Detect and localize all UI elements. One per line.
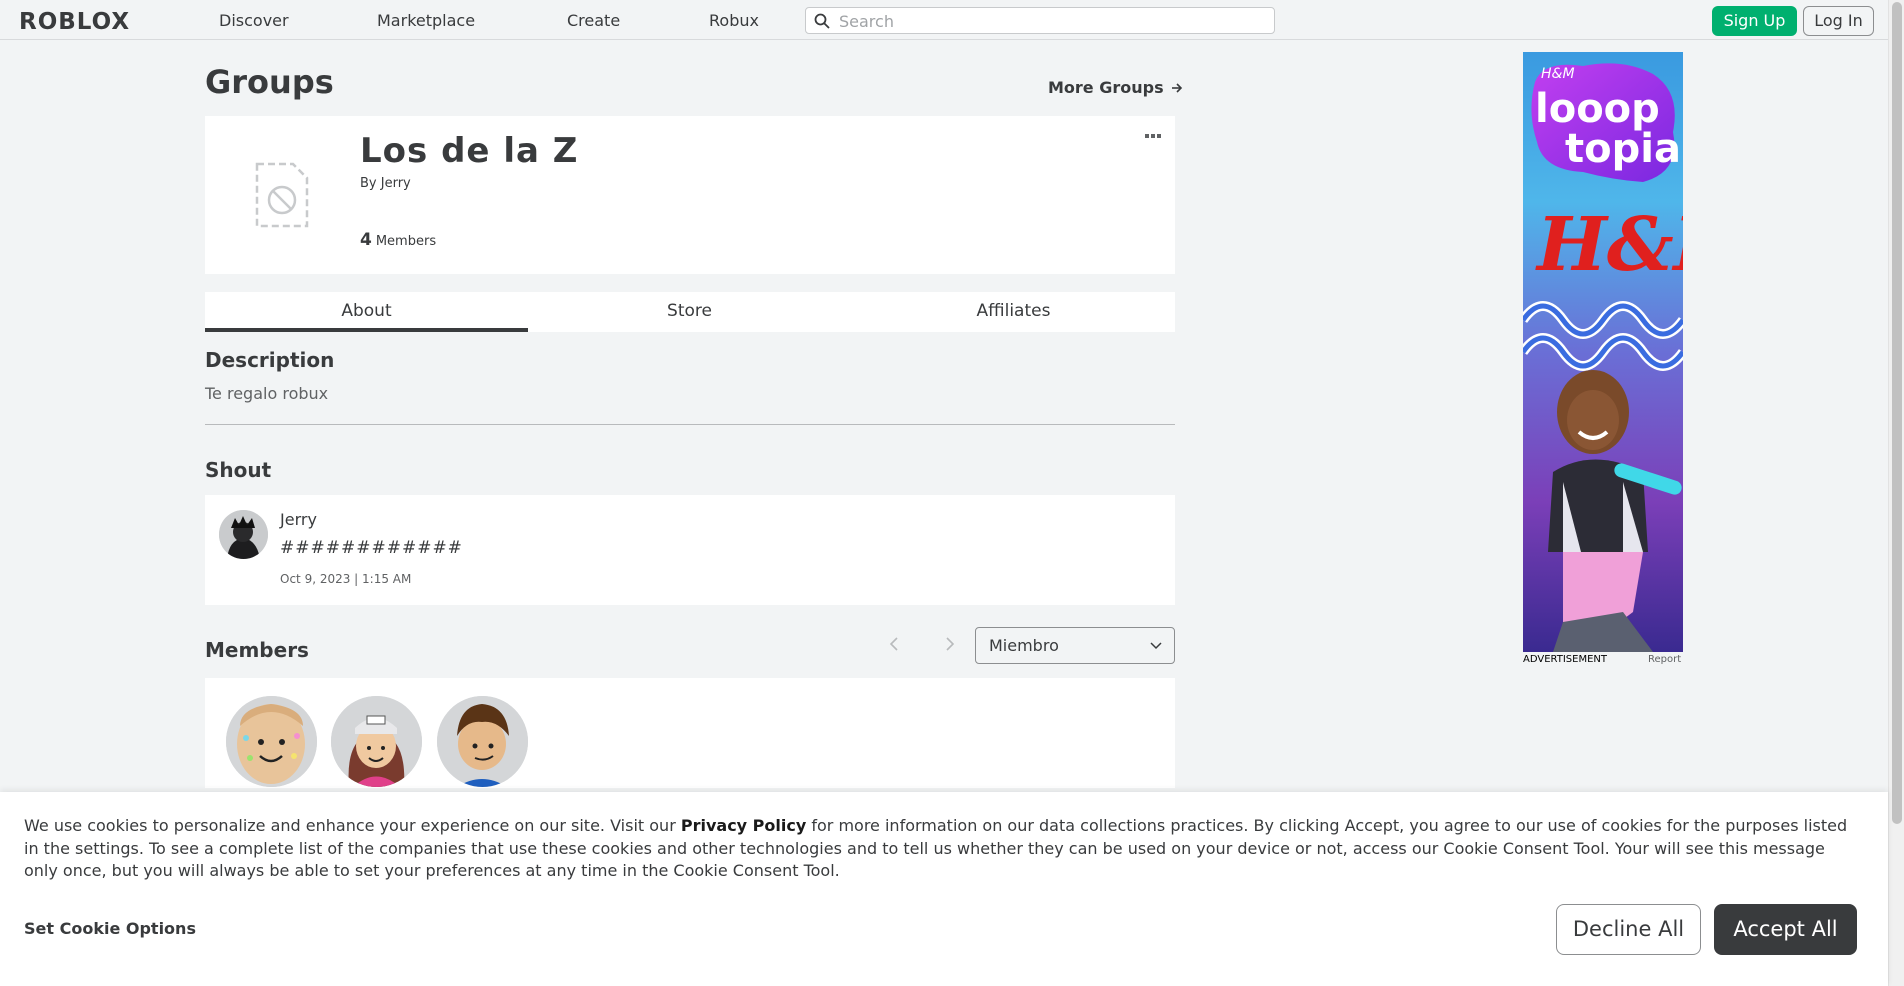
search-box[interactable] — [805, 7, 1275, 34]
scrollbar-thumb[interactable] — [1892, 2, 1902, 824]
by-label: By — [360, 176, 377, 191]
chevron-down-icon — [1150, 642, 1162, 650]
member-avatar[interactable] — [226, 696, 317, 787]
avatar-headshot-icon — [219, 510, 268, 559]
more-options-icon[interactable] — [1145, 133, 1161, 139]
cookie-consent-banner: We use cookies to personalize and enhanc… — [0, 792, 1888, 986]
advertisement-banner[interactable]: H&M looop topia H&M — [1523, 52, 1683, 652]
avatar-headshot-icon — [437, 696, 528, 787]
group-name: Los de la Z — [360, 131, 579, 171]
group-owner-link[interactable]: Jerry — [381, 176, 411, 191]
shout-message: ############ — [280, 538, 463, 558]
privacy-policy-link[interactable]: Privacy Policy — [681, 816, 806, 835]
avatar-headshot-icon — [226, 696, 317, 787]
members-list — [205, 678, 1175, 788]
members-heading: Members — [205, 638, 309, 662]
group-tabs: About Store Affiliates — [205, 292, 1175, 332]
avatar-headshot-icon — [331, 696, 422, 787]
set-cookie-options-link[interactable]: Set Cookie Options — [24, 919, 196, 938]
arrow-right-icon — [1172, 83, 1183, 93]
role-dropdown[interactable]: Miembro — [975, 627, 1175, 664]
member-avatar[interactable] — [331, 696, 422, 787]
more-groups-label: More Groups — [1048, 78, 1164, 97]
decline-all-button[interactable]: Decline All — [1556, 904, 1701, 955]
nav-marketplace[interactable]: Marketplace — [377, 11, 475, 30]
search-input[interactable] — [839, 11, 1259, 31]
nav-create[interactable]: Create — [567, 11, 620, 30]
shout-timestamp: Oct 9, 2023 | 1:15 AM — [280, 572, 412, 586]
top-navigation-bar: ROBLOX Discover Marketplace Create Robux… — [0, 0, 1888, 40]
role-dropdown-value: Miembro — [989, 636, 1059, 655]
member-count-label: Members — [375, 234, 437, 249]
member-count-value: 4 — [360, 230, 372, 250]
sign-up-button[interactable]: Sign Up — [1712, 6, 1797, 36]
description-text: Te regalo robux — [205, 384, 329, 403]
more-groups-link[interactable]: More Groups — [1048, 78, 1183, 97]
member-avatar[interactable] — [437, 696, 528, 787]
group-emblem-placeholder-icon — [255, 162, 309, 228]
group-owner-line: By Jerry — [360, 176, 411, 191]
tab-about[interactable]: About — [205, 292, 528, 332]
shout-avatar[interactable] — [219, 510, 268, 559]
nav-robux[interactable]: Robux — [709, 11, 759, 30]
chevron-right-icon[interactable] — [940, 634, 958, 654]
member-count: 4 Members — [360, 230, 436, 250]
chevron-left-icon[interactable] — [886, 634, 904, 654]
page-scrollbar[interactable] — [1888, 0, 1904, 986]
shout-card: Jerry ############ Oct 9, 2023 | 1:15 AM — [205, 495, 1175, 605]
search-icon — [814, 13, 830, 29]
nav-discover[interactable]: Discover — [219, 11, 289, 30]
cookie-message: We use cookies to personalize and enhanc… — [24, 815, 1854, 883]
ad-brand-small: H&M — [1541, 66, 1575, 82]
shout-heading: Shout — [205, 458, 272, 482]
advertisement-image: H&M looop topia H&M — [1523, 63, 1683, 652]
tab-affiliates[interactable]: Affiliates — [852, 292, 1175, 332]
roblox-logo[interactable]: ROBLOX — [19, 9, 130, 35]
accept-all-button[interactable]: Accept All — [1714, 904, 1857, 955]
shout-author[interactable]: Jerry — [280, 510, 317, 529]
section-divider — [205, 424, 1175, 425]
ad-report-link[interactable]: Report — [1648, 654, 1681, 665]
ad-headline-2: topia — [1565, 126, 1681, 172]
tab-store[interactable]: Store — [528, 292, 851, 332]
cookie-text-part-1: We use cookies to personalize and enhanc… — [24, 816, 681, 835]
advertisement-label: ADVERTISEMENT — [1523, 654, 1608, 665]
description-heading: Description — [205, 348, 335, 372]
ad-brand-logo: H&M — [1535, 202, 1683, 288]
group-header-card: Los de la Z By Jerry 4 Members — [205, 116, 1175, 274]
log-in-button[interactable]: Log In — [1803, 6, 1874, 36]
page-title: Groups — [205, 63, 334, 101]
